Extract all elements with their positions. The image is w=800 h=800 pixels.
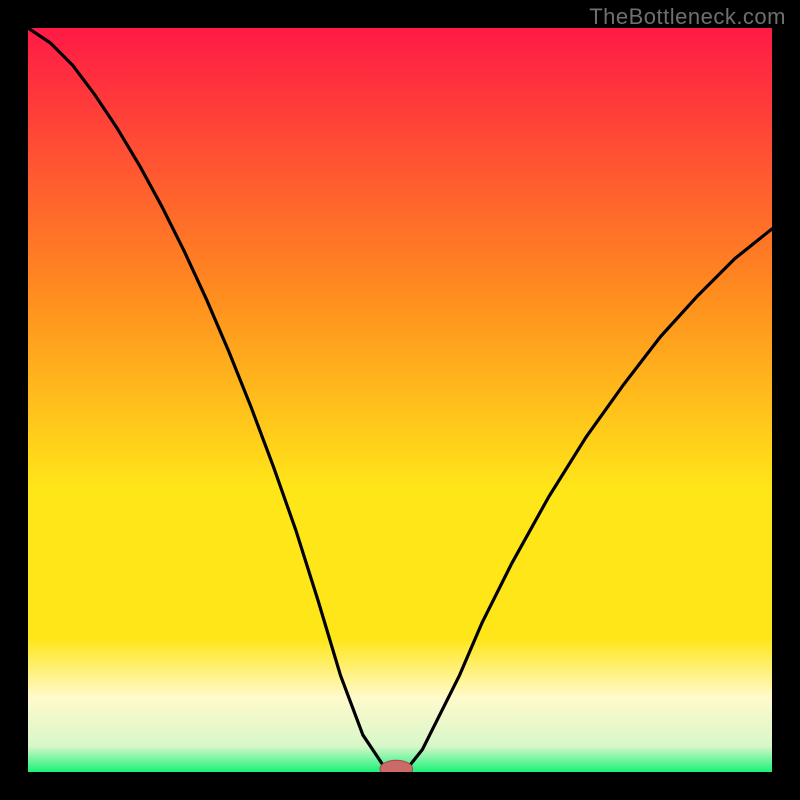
watermark-text: TheBottleneck.com [589,4,786,30]
plot-area [28,28,772,772]
chart-svg [28,28,772,772]
gradient-background [28,28,772,772]
chart-frame: TheBottleneck.com [0,0,800,800]
